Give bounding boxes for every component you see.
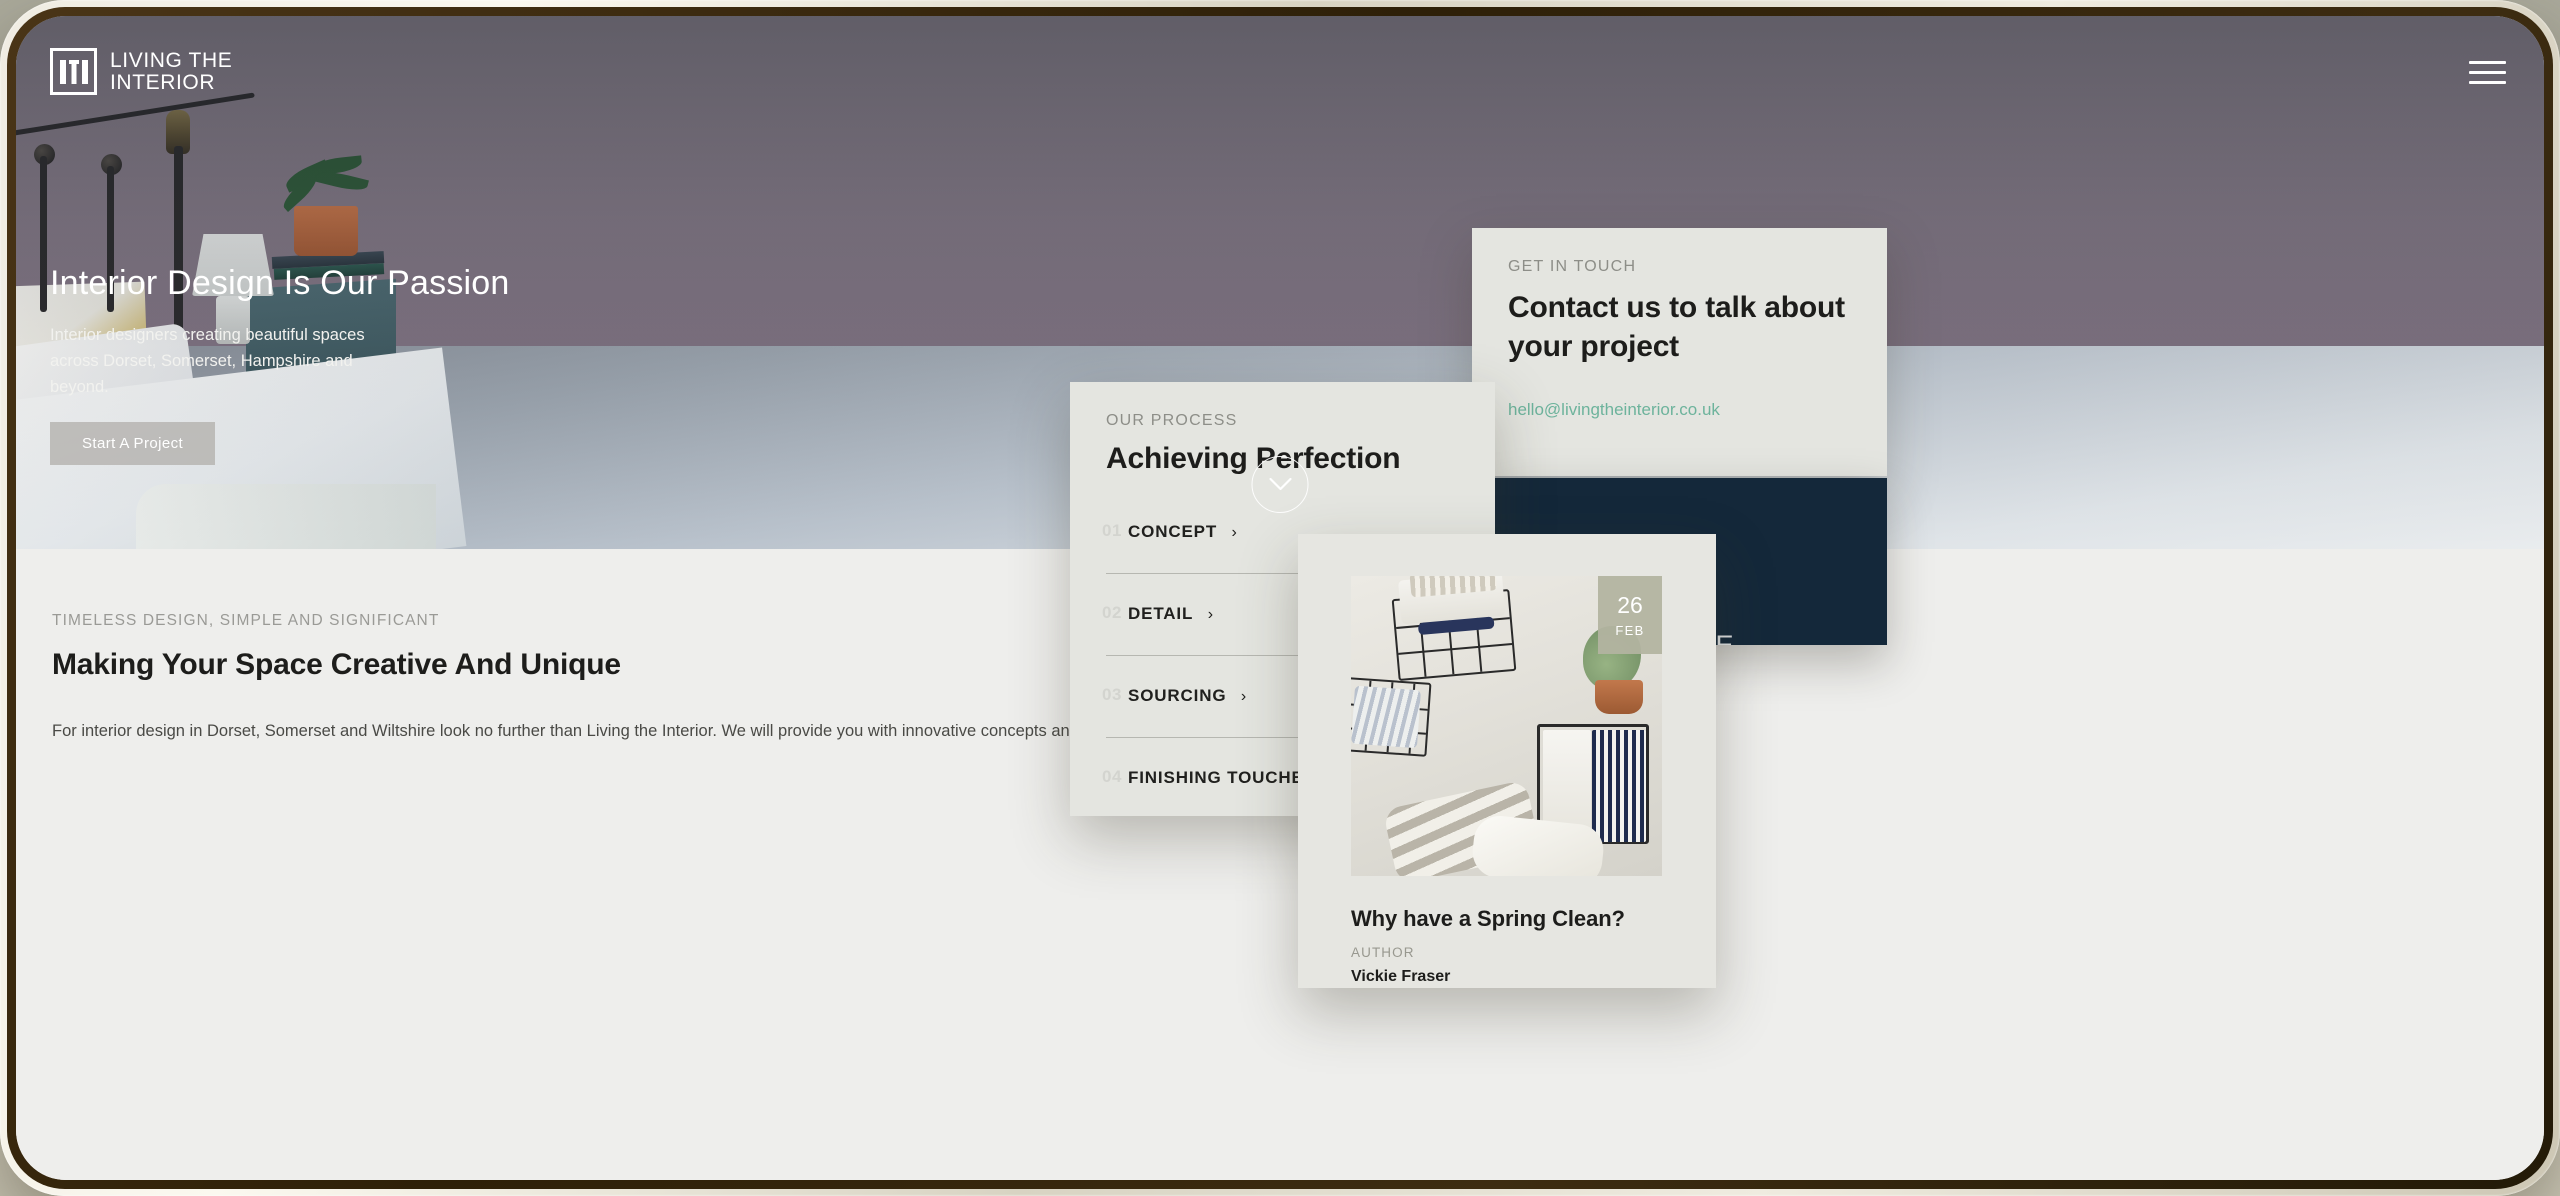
wire-basket-1 (1391, 576, 1517, 681)
lti-logo-mark-icon (50, 48, 97, 95)
hero-title: Interior Design Is Our Passion (50, 264, 510, 302)
process-step-number: 03 (1102, 685, 1122, 704)
chevron-right-icon: › (1240, 688, 1247, 705)
process-step-label: SOURCING (1128, 686, 1227, 705)
blog-date-badge: 26 FEB (1598, 576, 1662, 654)
blog-post-title[interactable]: Why have a Spring Clean? (1351, 906, 1625, 932)
burger-bar-2 (2469, 71, 2506, 74)
blog-post-image: 26 FEB (1351, 576, 1662, 876)
hamburger-menu-icon[interactable] (2469, 61, 2506, 91)
logo-line-2: INTERIOR (110, 70, 216, 94)
process-step-number: 04 (1102, 767, 1122, 786)
hero-section: LIVING THE INTERIOR Interior Design Is O… (16, 16, 2544, 549)
start-a-project-button[interactable]: Start A Project (50, 422, 216, 466)
process-step-label: CONCEPT (1128, 522, 1218, 541)
process-step-number: 02 (1102, 603, 1122, 622)
hero-subtitle: Interior designers creating beautiful sp… (50, 326, 365, 396)
blog-author-name: Vickie Fraser (1351, 968, 1451, 985)
chevron-right-icon: › (1231, 524, 1237, 541)
hero-copy: Interior Design Is Our Passion Interior … (50, 261, 2516, 466)
process-step-label: FINISHING TOUCHES (1128, 768, 1316, 787)
wire-basket-2 (1351, 677, 1432, 757)
blog-author-label: AUTHOR (1351, 945, 1415, 960)
burger-bar-1 (2469, 61, 2506, 64)
blog-date-day: 26 (1617, 591, 1643, 618)
phone-mockup: LIVING THE INTERIOR Interior Design Is O… (0, 0, 2560, 1196)
folded-towel-blue-stripe (1351, 685, 1421, 749)
terracotta-pot (1595, 680, 1643, 714)
logo-line-1: LIVING THE (110, 48, 233, 72)
process-step-label: DETAIL (1128, 604, 1194, 623)
blog-post-card[interactable]: 26 FEB Why have a Spring Clean? AUTHOR V… (1298, 534, 1716, 988)
scroll-down-button[interactable] (1251, 456, 1309, 513)
burger-bar-3 (2469, 81, 2506, 84)
process-step-number: 01 (1102, 521, 1122, 540)
chevron-right-icon: › (1207, 606, 1214, 623)
site-logo[interactable]: LIVING THE INTERIOR (50, 48, 232, 95)
folded-towel-navy-stripe (1592, 730, 1646, 842)
logo-wordmark: LIVING THE INTERIOR (110, 48, 233, 94)
blog-date-month: FEB (1615, 622, 1645, 638)
chevron-down-icon (1269, 478, 1291, 491)
